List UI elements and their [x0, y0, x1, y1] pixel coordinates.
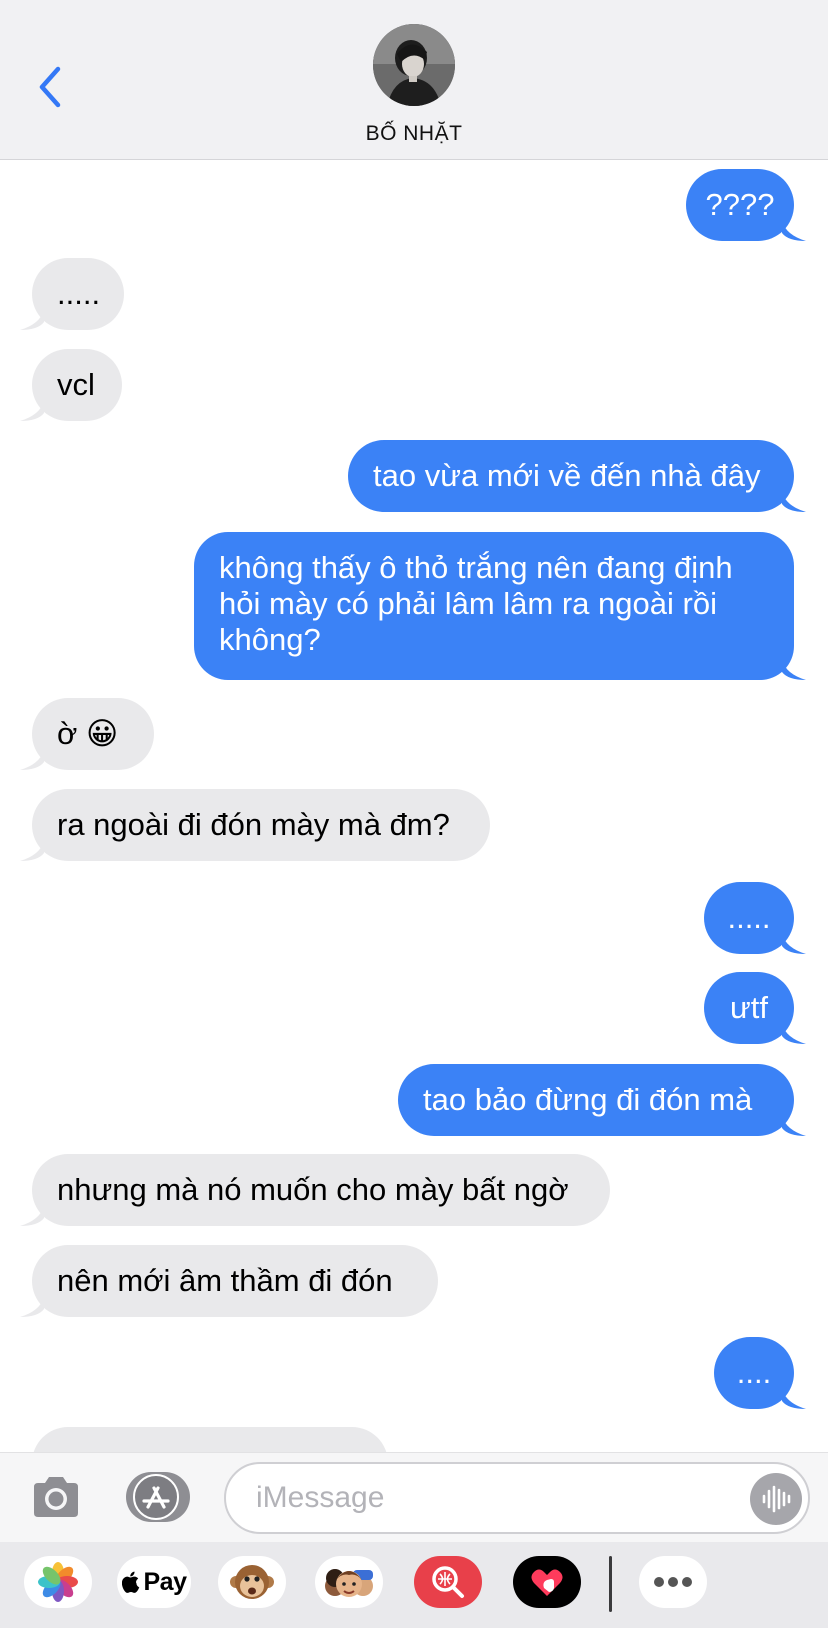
message-row: ???? — [0, 169, 828, 241]
memoji-button[interactable] — [315, 1556, 383, 1608]
bubble-tail — [782, 660, 806, 680]
message-row: ưtf — [0, 972, 828, 1044]
message-text: tao bảo đừng đi đón mà — [423, 1082, 753, 1117]
incoming-message-bubble-partial[interactable] — [32, 1427, 388, 1452]
photos-app-button[interactable] — [24, 1556, 92, 1608]
message-row: tao bảo đừng đi đón mà — [0, 1064, 828, 1136]
message-row: không thấy ô thỏ trắng nên đang định hỏi… — [0, 532, 828, 680]
avatar-photo — [373, 24, 455, 106]
outgoing-message-bubble[interactable]: không thấy ô thỏ trắng nên đang định hỏi… — [194, 532, 806, 680]
incoming-message-bubble[interactable]: ra ngoài đi đón mày mà đm? — [20, 789, 490, 861]
message-row: nên mới âm thầm đi đón — [0, 1245, 828, 1317]
message-row: vcl — [0, 349, 828, 421]
message-text: ..... — [727, 900, 771, 935]
camera-button[interactable] — [30, 1473, 82, 1523]
bubble-tail — [20, 750, 44, 770]
message-text: ờ 😀 — [57, 716, 119, 751]
incoming-message-bubble[interactable]: ờ 😀 — [20, 698, 154, 770]
bubble-tail — [782, 934, 806, 954]
message-text: ???? — [705, 187, 775, 222]
message-text: ưtf — [730, 990, 768, 1025]
bubble-tail — [20, 310, 44, 330]
animoji-button[interactable] — [218, 1556, 286, 1608]
image-search-icon — [432, 1566, 464, 1598]
bubble-tail — [782, 1116, 806, 1136]
message-text: .... — [736, 1355, 772, 1390]
drawer-divider — [609, 1556, 612, 1612]
contact-avatar[interactable] — [373, 24, 455, 106]
digital-touch-button[interactable] — [513, 1556, 581, 1608]
message-row: nhưng mà nó muốn cho mày bất ngờ — [0, 1154, 828, 1226]
digital-touch-icon — [531, 1569, 563, 1596]
message-row: tao vừa mới về đến nhà đây — [0, 440, 828, 512]
camera-icon — [34, 1477, 78, 1517]
message-text: không thấy ô thỏ trắng nên đang định hỏi… — [219, 550, 733, 657]
message-row: ờ 😀 — [0, 698, 828, 770]
message-composer — [0, 1452, 828, 1542]
memoji-icon — [325, 1569, 373, 1597]
chevron-left-icon — [39, 66, 61, 108]
conversation-header: BỐ NHẶT — [0, 0, 828, 160]
more-icon — [654, 1577, 692, 1587]
message-row: .... — [0, 1337, 828, 1409]
message-text: tao vừa mới về đến nhà đây — [373, 458, 761, 493]
bubble-tail — [782, 221, 806, 241]
outgoing-message-bubble[interactable]: ưtf — [704, 972, 806, 1044]
message-text: nhưng mà nó muốn cho mày bất ngờ — [57, 1172, 569, 1207]
audio-message-button[interactable] — [750, 1473, 802, 1525]
bubble-tail — [782, 1024, 806, 1044]
bubble-tail — [782, 1389, 806, 1409]
message-row: ra ngoài đi đón mày mà đm? — [0, 789, 828, 861]
outgoing-message-bubble[interactable]: tao vừa mới về đến nhà đây — [348, 440, 806, 512]
incoming-message-bubble[interactable]: nên mới âm thầm đi đón — [20, 1245, 438, 1317]
apple-pay-button[interactable]: Pay — [117, 1556, 191, 1608]
outgoing-message-bubble[interactable]: ..... — [704, 882, 806, 954]
outgoing-message-bubble[interactable]: .... — [714, 1337, 806, 1409]
bubble-tail — [20, 1206, 44, 1226]
app-store-button[interactable] — [126, 1472, 190, 1522]
message-text: ra ngoài đi đón mày mà đm? — [57, 807, 450, 842]
message-row: ..... — [0, 258, 828, 330]
bubble-tail — [20, 1297, 44, 1317]
photos-icon — [38, 1562, 78, 1602]
more-apps-button[interactable] — [639, 1556, 707, 1608]
audio-waveform-icon — [762, 1485, 791, 1513]
bubble-tail — [20, 841, 44, 861]
incoming-message-bubble[interactable]: vcl — [20, 349, 122, 421]
message-text: ..... — [57, 276, 101, 311]
incoming-message-bubble[interactable]: nhưng mà nó muốn cho mày bất ngờ — [20, 1154, 610, 1226]
back-button[interactable] — [30, 62, 70, 112]
app-drawer: Pay — [0, 1542, 828, 1628]
message-text: nên mới âm thầm đi đón — [57, 1263, 393, 1298]
bubble-tail — [20, 401, 44, 421]
outgoing-message-bubble[interactable]: tao bảo đừng đi đón mà — [398, 1064, 806, 1136]
message-row — [0, 1427, 828, 1452]
image-search-button[interactable] — [414, 1556, 482, 1608]
apple-pay-icon — [121, 1571, 139, 1593]
message-thread[interactable]: ???? ..... vcl tao vừa mới về đến nhà đâ… — [0, 160, 828, 1452]
outgoing-message-bubble[interactable]: ???? — [686, 169, 806, 241]
bubble-tail — [782, 492, 806, 512]
monkey-animoji-icon — [230, 1565, 274, 1599]
app-store-icon — [133, 1474, 179, 1520]
contact-name[interactable]: BỐ NHẶT — [0, 122, 828, 146]
incoming-message-bubble[interactable]: ..... — [20, 258, 124, 330]
message-row: ..... — [0, 882, 828, 954]
message-text: vcl — [57, 367, 95, 402]
imessage-input[interactable] — [224, 1462, 810, 1534]
apple-pay-label: Pay — [143, 1567, 187, 1596]
